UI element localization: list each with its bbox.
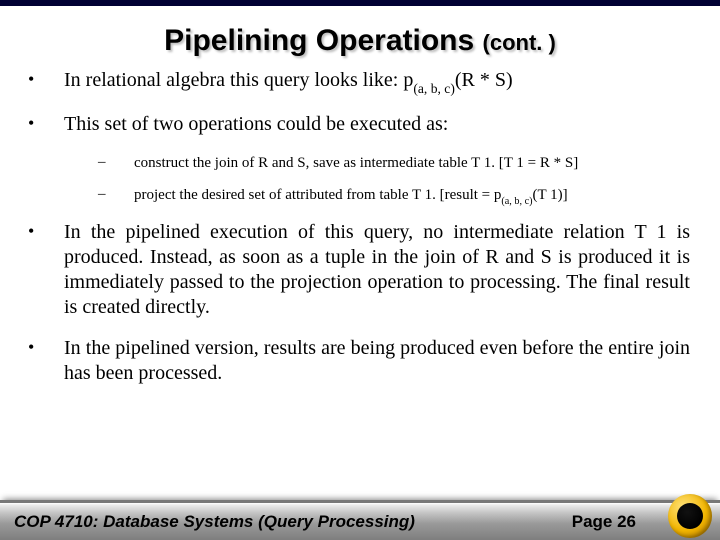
bullet-2-text: This set of two operations could be exec… <box>64 112 690 137</box>
subbullet-2b: – project the desired set of attributed … <box>98 185 690 208</box>
footer-bar: COP 4710: Database Systems (Query Proces… <box>0 500 720 540</box>
b1-suffix: (R * S) <box>455 69 513 91</box>
b2b-suffix: (T 1)] <box>533 187 568 203</box>
bullet-1-text: In relational algebra this query looks l… <box>64 68 690 96</box>
bullet-1: • In relational algebra this query looks… <box>28 68 690 96</box>
ucf-logo-icon <box>668 494 712 538</box>
title-area: Pipelining Operations (cont. ) <box>0 6 720 68</box>
title-cont: (cont. ) <box>483 30 556 55</box>
subbullet-2b-text: project the desired set of attributed fr… <box>134 185 690 208</box>
bullet-marker: • <box>28 112 64 137</box>
subbullet-2a: – construct the join of R and S, save as… <box>98 153 690 173</box>
page-number: Page 26 <box>572 512 636 532</box>
b1-subscript: (a, b, c) <box>413 81 455 96</box>
subbullet-2a-text: construct the join of R and S, save as i… <box>134 153 690 173</box>
bullet-marker: • <box>28 336 64 386</box>
b2b-subscript: (a, b, c) <box>501 196 532 207</box>
b2b-prefix: project the desired set of attributed fr… <box>134 187 494 203</box>
b1-prefix: In relational algebra this query looks l… <box>64 69 403 91</box>
course-label: COP 4710: Database Systems (Query Proces… <box>14 512 572 532</box>
bullet-4: • In the pipelined version, results are … <box>28 336 690 386</box>
subbullet-marker: – <box>98 153 134 173</box>
slide-body: • In relational algebra this query looks… <box>0 68 720 540</box>
subbullet-marker: – <box>98 185 134 208</box>
logo-inner-disc <box>677 503 703 529</box>
pi-symbol: p <box>403 69 413 91</box>
bullet-4-text: In the pipelined version, results are be… <box>64 336 690 386</box>
bullet-marker: • <box>28 220 64 320</box>
logo-outer-ring <box>668 494 712 538</box>
bullet-2: • This set of two operations could be ex… <box>28 112 690 137</box>
bullet-3-text: In the pipelined execution of this query… <box>64 220 690 320</box>
title-main: Pipelining Operations <box>164 24 474 57</box>
footer: COP 4710: Database Systems (Query Proces… <box>0 500 720 540</box>
bullet-3: • In the pipelined execution of this que… <box>28 220 690 320</box>
slide-title: Pipelining Operations (cont. ) <box>0 24 720 58</box>
slide: Pipelining Operations (cont. ) • In rela… <box>0 0 720 540</box>
bullet-marker: • <box>28 68 64 96</box>
